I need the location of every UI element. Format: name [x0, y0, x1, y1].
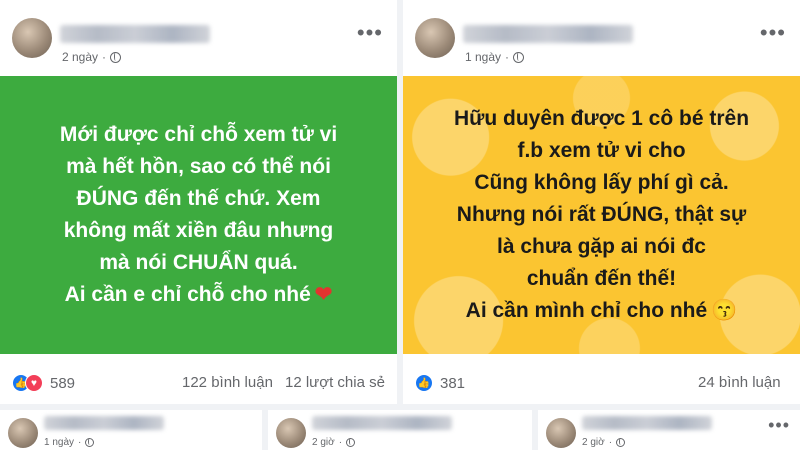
love-icon: ♥ [25, 374, 43, 392]
post-text: Mới được chỉ chỗ xem tử vi mà hết hồn, s… [46, 119, 351, 311]
post-footer: 👍 ♥ 589 122 bình luận 12 lượt chia sẻ [0, 354, 397, 404]
post-text-last-line: Ai cần e chỉ chỗ cho nhé ❤ [60, 279, 337, 311]
post-meta: 1 ngày · [465, 50, 525, 64]
post-meta: 2 giờ · [582, 437, 626, 448]
post-text-line: mà nói CHUẨN quá. [99, 251, 298, 274]
more-icon[interactable]: ••• [357, 22, 383, 44]
avatar[interactable] [546, 418, 576, 448]
post-text-line: là chưa gặp ai nói đc [497, 235, 706, 258]
comment-count[interactable]: 122 bình luận [182, 374, 273, 391]
kissing-face-emoji-icon: 😙 [711, 299, 738, 322]
post-right: 1 ngày · ••• Hữu duyên được 1 cô bé trên… [403, 0, 800, 404]
post-text-line: ĐÚNG đến thế chứ. Xem [76, 187, 321, 210]
globe-icon [346, 438, 356, 447]
share-count[interactable]: 12 lượt chia sẻ [285, 374, 385, 391]
like-icon: 👍 [415, 374, 433, 392]
post-text-line: Ai cần e chỉ chỗ cho nhé [64, 283, 311, 306]
author-name-blurred[interactable] [463, 25, 633, 43]
post-text-line: Ai cần mình chỉ cho nhé [465, 299, 708, 322]
heart-emoji-icon: ❤ [314, 283, 333, 306]
post-header: 2 ngày · ••• [0, 0, 397, 76]
mini-post-header: 2 giờ · [268, 410, 532, 450]
post-text-line: Nhưng nói rất ĐÚNG, thật sự [456, 203, 747, 226]
more-icon[interactable]: ••• [760, 22, 786, 44]
status-background-card: Hữu duyên được 1 cô bé trên f.b xem tử v… [403, 76, 800, 354]
globe-icon [110, 51, 122, 63]
author-name-blurred[interactable] [60, 25, 210, 43]
post-meta: 1 ngày · [44, 437, 95, 448]
post-text-line: chuẩn đến thế! [526, 267, 677, 290]
mini-post-header: 2 giờ · ••• [538, 410, 800, 450]
author-name-blurred[interactable] [582, 416, 712, 430]
reaction-count: 589 [50, 374, 76, 392]
post-text-last-line: Ai cần mình chỉ cho nhé 😙 [454, 295, 749, 327]
post-text-line: Mới được chỉ chỗ xem tử vi [59, 123, 338, 146]
post-text-line: f.b xem tử vi cho [517, 139, 686, 162]
post-time[interactable]: 2 giờ [582, 437, 605, 448]
globe-icon [85, 438, 95, 447]
post-footer: 👍 381 24 bình luận [403, 354, 800, 404]
more-icon[interactable]: ••• [768, 416, 790, 434]
post-text-line: không mất xiền đâu nhưng [63, 219, 334, 242]
reaction-summary[interactable]: 👍 ♥ 589 [12, 374, 75, 392]
post-text-line: Cũng không lấy phí gì cả. [474, 171, 729, 194]
globe-icon [616, 438, 626, 447]
reaction-count: 381 [440, 374, 466, 392]
post-meta: 2 ngày · [62, 50, 122, 64]
globe-icon [513, 51, 525, 63]
author-name-blurred[interactable] [44, 416, 164, 430]
avatar[interactable] [276, 418, 306, 448]
post-left: 2 ngày · ••• Mới được chỉ chỗ xem tử vi … [0, 0, 397, 404]
post-text-line: Hữu duyên được 1 cô bé trên [453, 107, 750, 130]
post-time[interactable]: 1 ngày [44, 437, 74, 448]
post-text: Hữu duyên được 1 cô bé trên f.b xem tử v… [440, 103, 763, 327]
post-time[interactable]: 2 ngày [62, 50, 98, 64]
avatar[interactable] [12, 18, 52, 58]
post-header: 1 ngày · ••• [403, 0, 800, 76]
avatar[interactable] [8, 418, 38, 448]
post-meta: 2 giờ · [312, 437, 356, 448]
post-time[interactable]: 2 giờ [312, 437, 335, 448]
comment-count[interactable]: 24 bình luận [698, 374, 781, 391]
post-text-line: mà hết hồn, sao có thể nói [66, 155, 331, 178]
post-time[interactable]: 1 ngày [465, 50, 501, 64]
avatar[interactable] [415, 18, 455, 58]
mini-post-header: 1 ngày · [0, 410, 262, 450]
author-name-blurred[interactable] [312, 416, 452, 430]
status-background-card: Mới được chỉ chỗ xem tử vi mà hết hồn, s… [0, 76, 397, 354]
reaction-summary[interactable]: 👍 381 [415, 374, 465, 392]
